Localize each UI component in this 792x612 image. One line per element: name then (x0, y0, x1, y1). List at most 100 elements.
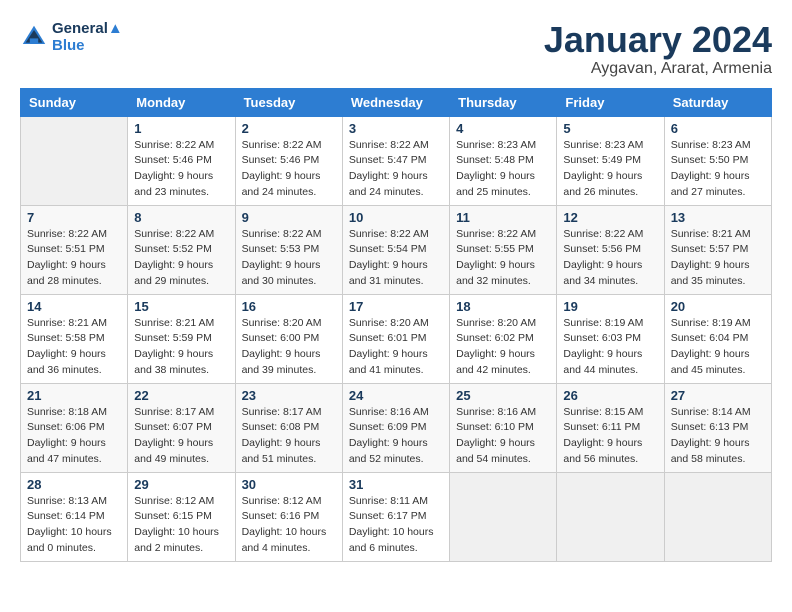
calendar-cell: 12 Sunrise: 8:22 AMSunset: 5:56 PMDayligh… (557, 205, 664, 294)
calendar-table: SundayMondayTuesdayWednesdayThursdayFrid… (20, 88, 772, 562)
day-info: Sunrise: 8:16 AMSunset: 6:10 PMDaylight:… (456, 405, 550, 468)
header-day-monday: Monday (128, 88, 235, 116)
day-number: 2 (242, 121, 336, 136)
header-day-friday: Friday (557, 88, 664, 116)
day-number: 21 (27, 388, 121, 403)
day-info: Sunrise: 8:13 AMSunset: 6:14 PMDaylight:… (27, 494, 121, 557)
day-number: 7 (27, 210, 121, 225)
calendar-cell (450, 472, 557, 561)
calendar-week-row: 14 Sunrise: 8:21 AMSunset: 5:58 PMDayligh… (21, 294, 772, 383)
calendar-cell (664, 472, 771, 561)
calendar-cell: 2 Sunrise: 8:22 AMSunset: 5:46 PMDaylight… (235, 116, 342, 205)
day-number: 17 (349, 299, 443, 314)
calendar-cell: 28 Sunrise: 8:13 AMSunset: 6:14 PMDayligh… (21, 472, 128, 561)
page-header: General▲ Blue January 2024 Aygavan, Arar… (20, 20, 772, 78)
day-number: 16 (242, 299, 336, 314)
calendar-cell: 25 Sunrise: 8:16 AMSunset: 6:10 PMDayligh… (450, 383, 557, 472)
calendar-cell: 8 Sunrise: 8:22 AMSunset: 5:52 PMDaylight… (128, 205, 235, 294)
day-info: Sunrise: 8:21 AMSunset: 5:57 PMDaylight:… (671, 227, 765, 290)
header-day-saturday: Saturday (664, 88, 771, 116)
day-info: Sunrise: 8:22 AMSunset: 5:52 PMDaylight:… (134, 227, 228, 290)
day-info: Sunrise: 8:21 AMSunset: 5:59 PMDaylight:… (134, 316, 228, 379)
day-info: Sunrise: 8:22 AMSunset: 5:54 PMDaylight:… (349, 227, 443, 290)
day-info: Sunrise: 8:14 AMSunset: 6:13 PMDaylight:… (671, 405, 765, 468)
day-number: 8 (134, 210, 228, 225)
calendar-cell: 17Sunrise: 8:20 AMSunset: 6:01 PMDayligh… (342, 294, 449, 383)
day-info: Sunrise: 8:22 AMSunset: 5:53 PMDaylight:… (242, 227, 336, 290)
day-info: Sunrise: 8:23 AMSunset: 5:50 PMDaylight:… (671, 138, 765, 201)
day-number: 25 (456, 388, 550, 403)
calendar-week-row: 21 Sunrise: 8:18 AMSunset: 6:06 PMDayligh… (21, 383, 772, 472)
day-info: Sunrise: 8:22 AMSunset: 5:47 PMDaylight:… (349, 138, 443, 201)
month-title: January 2024 (544, 20, 772, 60)
day-info: Sunrise: 8:19 AMSunset: 6:04 PMDaylight:… (671, 316, 765, 379)
day-info: Sunrise: 8:12 AMSunset: 6:16 PMDaylight:… (242, 494, 336, 557)
title-block: January 2024 Aygavan, Ararat, Armenia (544, 20, 772, 78)
calendar-cell: 26Sunrise: 8:15 AMSunset: 6:11 PMDayligh… (557, 383, 664, 472)
logo-text-line2: Blue (52, 37, 123, 54)
day-info: Sunrise: 8:20 AMSunset: 6:02 PMDaylight:… (456, 316, 550, 379)
day-number: 9 (242, 210, 336, 225)
day-info: Sunrise: 8:22 AMSunset: 5:55 PMDaylight:… (456, 227, 550, 290)
day-number: 6 (671, 121, 765, 136)
calendar-cell: 21 Sunrise: 8:18 AMSunset: 6:06 PMDayligh… (21, 383, 128, 472)
calendar-cell: 24Sunrise: 8:16 AMSunset: 6:09 PMDayligh… (342, 383, 449, 472)
day-info: Sunrise: 8:22 AMSunset: 5:46 PMDaylight:… (242, 138, 336, 201)
day-number: 11 (456, 210, 550, 225)
calendar-week-row: 7 Sunrise: 8:22 AMSunset: 5:51 PMDaylight… (21, 205, 772, 294)
day-number: 30 (242, 477, 336, 492)
day-info: Sunrise: 8:18 AMSunset: 6:06 PMDaylight:… (27, 405, 121, 468)
calendar-header-row: SundayMondayTuesdayWednesdayThursdayFrid… (21, 88, 772, 116)
calendar-cell: 30 Sunrise: 8:12 AMSunset: 6:16 PMDayligh… (235, 472, 342, 561)
day-info: Sunrise: 8:17 AMSunset: 6:08 PMDaylight:… (242, 405, 336, 468)
day-number: 19 (563, 299, 657, 314)
day-number: 23 (242, 388, 336, 403)
day-info: Sunrise: 8:12 AMSunset: 6:15 PMDaylight:… (134, 494, 228, 557)
calendar-cell: 6 Sunrise: 8:23 AMSunset: 5:50 PMDaylight… (664, 116, 771, 205)
day-info: Sunrise: 8:20 AMSunset: 6:00 PMDaylight:… (242, 316, 336, 379)
logo-text-line1: General▲ (52, 20, 123, 37)
calendar-cell: 19 Sunrise: 8:19 AMSunset: 6:03 PMDayligh… (557, 294, 664, 383)
calendar-week-row: 28 Sunrise: 8:13 AMSunset: 6:14 PMDayligh… (21, 472, 772, 561)
day-number: 28 (27, 477, 121, 492)
location-subtitle: Aygavan, Ararat, Armenia (544, 60, 772, 78)
day-number: 29 (134, 477, 228, 492)
calendar-cell: 16 Sunrise: 8:20 AMSunset: 6:00 PMDayligh… (235, 294, 342, 383)
header-day-thursday: Thursday (450, 88, 557, 116)
calendar-cell: 7 Sunrise: 8:22 AMSunset: 5:51 PMDaylight… (21, 205, 128, 294)
day-number: 31 (349, 477, 443, 492)
day-number: 15 (134, 299, 228, 314)
day-number: 13 (671, 210, 765, 225)
day-info: Sunrise: 8:22 AMSunset: 5:51 PMDaylight:… (27, 227, 121, 290)
calendar-cell: 1 Sunrise: 8:22 AMSunset: 5:46 PMDaylight… (128, 116, 235, 205)
day-number: 1 (134, 121, 228, 136)
calendar-cell: 31 Sunrise: 8:11 AMSunset: 6:17 PMDayligh… (342, 472, 449, 561)
day-info: Sunrise: 8:19 AMSunset: 6:03 PMDaylight:… (563, 316, 657, 379)
logo-icon (20, 23, 48, 51)
day-info: Sunrise: 8:21 AMSunset: 5:58 PMDaylight:… (27, 316, 121, 379)
day-info: Sunrise: 8:22 AMSunset: 5:56 PMDaylight:… (563, 227, 657, 290)
day-number: 12 (563, 210, 657, 225)
day-number: 10 (349, 210, 443, 225)
day-number: 22 (134, 388, 228, 403)
day-info: Sunrise: 8:17 AMSunset: 6:07 PMDaylight:… (134, 405, 228, 468)
day-info: Sunrise: 8:23 AMSunset: 5:49 PMDaylight:… (563, 138, 657, 201)
day-info: Sunrise: 8:15 AMSunset: 6:11 PMDaylight:… (563, 405, 657, 468)
calendar-cell: 27 Sunrise: 8:14 AMSunset: 6:13 PMDayligh… (664, 383, 771, 472)
calendar-cell: 22 Sunrise: 8:17 AMSunset: 6:07 PMDayligh… (128, 383, 235, 472)
calendar-cell: 13 Sunrise: 8:21 AMSunset: 5:57 PMDayligh… (664, 205, 771, 294)
day-number: 27 (671, 388, 765, 403)
day-number: 14 (27, 299, 121, 314)
calendar-cell: 23 Sunrise: 8:17 AMSunset: 6:08 PMDayligh… (235, 383, 342, 472)
day-info: Sunrise: 8:16 AMSunset: 6:09 PMDaylight:… (349, 405, 443, 468)
calendar-cell (557, 472, 664, 561)
day-info: Sunrise: 8:22 AMSunset: 5:46 PMDaylight:… (134, 138, 228, 201)
calendar-cell (21, 116, 128, 205)
calendar-cell: 18Sunrise: 8:20 AMSunset: 6:02 PMDayligh… (450, 294, 557, 383)
calendar-cell: 15 Sunrise: 8:21 AMSunset: 5:59 PMDayligh… (128, 294, 235, 383)
calendar-week-row: 1 Sunrise: 8:22 AMSunset: 5:46 PMDaylight… (21, 116, 772, 205)
day-info: Sunrise: 8:11 AMSunset: 6:17 PMDaylight:… (349, 494, 443, 557)
calendar-cell: 4Sunrise: 8:23 AMSunset: 5:48 PMDaylight… (450, 116, 557, 205)
calendar-cell: 5Sunrise: 8:23 AMSunset: 5:49 PMDaylight… (557, 116, 664, 205)
calendar-cell: 9 Sunrise: 8:22 AMSunset: 5:53 PMDaylight… (235, 205, 342, 294)
